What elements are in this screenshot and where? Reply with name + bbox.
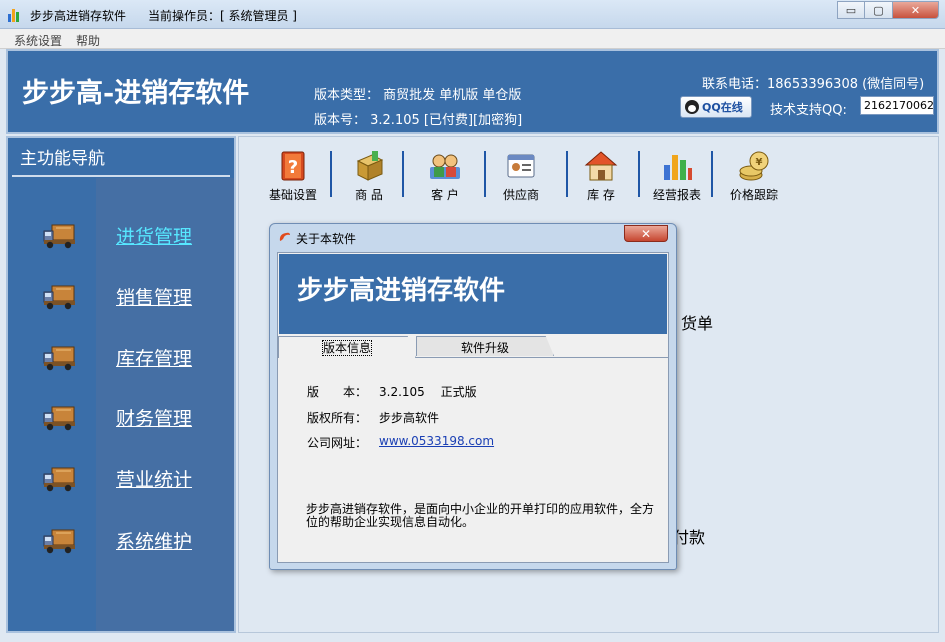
copyright-label: 版权所有：: [307, 411, 368, 425]
qq-online-label: QQ在线: [702, 101, 743, 114]
app-logo-icon: [8, 8, 22, 22]
qq-penguin-icon: [685, 100, 699, 114]
toolbar-item-label: 经营报表: [652, 188, 701, 202]
about-dialog: 关于本软件 ✕ 步步高进销存软件 版本信息 软件升级 版 本： 3.2.105 …: [269, 223, 677, 570]
qq-number-field[interactable]: 2162170062: [860, 96, 934, 115]
toolbar-separator: [484, 151, 486, 197]
truck-icon: [42, 465, 78, 493]
customer-icon: [428, 149, 462, 183]
maximize-button[interactable]: ▢: [865, 1, 893, 19]
box-icon: [352, 149, 386, 183]
book-help-icon: ?: [276, 149, 310, 183]
qq-online-button[interactable]: QQ在线: [680, 96, 752, 118]
website-link[interactable]: www.0533198.com: [379, 434, 494, 448]
dialog-banner: 步步高进销存软件: [279, 254, 667, 334]
toolbar-separator: [638, 151, 640, 197]
toolbar-item-6[interactable]: 经营报表: [641, 149, 713, 203]
toolbar-item-4[interactable]: 供应商: [485, 149, 557, 203]
website-label: 公司网址：: [307, 436, 368, 450]
version-type: 版本类型： 商贸批发 单机版 单仓版: [314, 88, 522, 103]
sidebar-item-label[interactable]: 库存管理: [116, 344, 192, 371]
sidebar-item-label[interactable]: 进货管理: [116, 222, 192, 249]
brand-title: 步步高-进销存软件: [22, 78, 250, 109]
toolbar-item-1[interactable]: ? 基础设置: [257, 149, 329, 203]
version-row: 版 本： 3.2.105 正式版: [307, 383, 477, 400]
window-controls: ▭ ▢ ✕: [837, 1, 939, 19]
sidebar-item-3[interactable]: 库存管理: [8, 338, 234, 378]
menu-system-settings[interactable]: 系统设置: [14, 32, 62, 49]
version-number: 版本号： 3.2.105 [已付费][加密狗]: [314, 113, 523, 128]
menu-help[interactable]: 帮助: [76, 32, 100, 49]
toolbar-item-label: 供应商: [502, 188, 539, 202]
contact-phone: 联系电话：18653396308 (微信同号): [702, 77, 925, 92]
dialog-title: 关于本软件: [296, 232, 357, 246]
toolbar-item-2[interactable]: 商 品: [333, 149, 405, 203]
truck-icon: [42, 283, 78, 311]
toolbar-separator: [330, 151, 332, 197]
tab-version-info-label: 版本信息: [321, 340, 373, 356]
website-row: 公司网址： www.0533198.com: [307, 434, 494, 451]
toolbar-item-label: 价格跟踪: [729, 188, 778, 202]
tab-software-upgrade[interactable]: 软件升级: [416, 336, 554, 356]
bar-chart-icon: [660, 149, 694, 183]
dialog-close-button[interactable]: ✕: [624, 225, 668, 242]
toolbar-separator: [566, 151, 568, 197]
current-operator: 当前操作员：[ 系统管理员 ]: [148, 9, 297, 23]
tab-version-info[interactable]: 版本信息: [278, 336, 416, 358]
copyright-value: 步步高软件: [379, 411, 440, 425]
toolbar-item-label: 商 品: [355, 188, 383, 202]
truck-icon: [42, 404, 78, 432]
dialog-logo-icon: [279, 232, 290, 241]
sidebar-item-5[interactable]: 营业统计: [8, 459, 234, 499]
supplier-card-icon: [504, 149, 538, 183]
header-banner: 步步高-进销存软件 版本类型： 商贸批发 单机版 单仓版 版本号： 3.2.10…: [6, 49, 939, 134]
toolbar-item-label: 基础设置: [268, 188, 317, 202]
dialog-body: 步步高进销存软件 版本信息 软件升级 版 本： 3.2.105 正式版 版权所有…: [277, 252, 669, 563]
truck-icon: [42, 344, 78, 372]
toolbar-item-label: 客 户: [431, 188, 459, 202]
house-icon: [584, 149, 618, 183]
close-button[interactable]: ✕: [893, 1, 939, 19]
sidebar-item-1[interactable]: 进货管理: [8, 216, 234, 256]
toolbar-item-5[interactable]: 库 存: [565, 149, 637, 203]
truck-icon: [42, 527, 78, 555]
sidebar-divider: [12, 175, 230, 177]
dialog-tabs: 版本信息 软件升级: [278, 336, 668, 358]
window-title: 步步高进销存软件: [30, 9, 127, 23]
truck-icon: [42, 222, 78, 250]
svg-text:¥: ¥: [756, 157, 763, 168]
toolbar-separator: [402, 151, 404, 197]
copyright-row: 版权所有： 步步高软件: [307, 409, 439, 426]
tab-software-upgrade-label: 软件升级: [460, 341, 509, 355]
sidebar-item-2[interactable]: 销售管理: [8, 277, 234, 317]
coins-icon: ¥: [737, 149, 771, 183]
tech-support-label: 技术支持QQ:: [770, 103, 847, 118]
software-description: 步步高进销存软件，是面向中小企业的开单打印的应用软件，全方位的帮助企业实现信息自…: [306, 502, 655, 529]
minimize-button[interactable]: ▭: [837, 1, 865, 19]
sidebar-item-4[interactable]: 财务管理: [8, 398, 234, 438]
toolbar-item-label: 库 存: [587, 188, 615, 202]
dialog-brand: 步步高进销存软件: [297, 276, 506, 306]
version-label: 版 本：: [307, 385, 368, 399]
toolbar-separator: [711, 151, 713, 197]
svg-text:?: ?: [288, 157, 298, 178]
menu-bar: 系统设置 帮助: [0, 29, 945, 49]
toolbar-item-3[interactable]: 客 户: [409, 149, 481, 203]
sidebar-title: 主功能导航: [20, 149, 105, 169]
title-bar: 步步高进销存软件 当前操作员：[ 系统管理员 ] ▭ ▢ ✕: [0, 0, 945, 29]
bg-label-order: 货单: [681, 314, 714, 333]
bg-label-payment: 付款: [673, 528, 706, 547]
toolbar-item-7[interactable]: ¥ 价格跟踪: [718, 149, 790, 203]
sidebar-item-label[interactable]: 营业统计: [116, 465, 192, 492]
version-value: 3.2.105 正式版: [379, 385, 477, 399]
sidebar-item-label[interactable]: 系统维护: [116, 527, 192, 554]
sidebar-item-label[interactable]: 财务管理: [116, 404, 192, 431]
sidebar: 主功能导航 进货管理销售管理库存管理财务管理营业统计系统维护: [6, 136, 236, 633]
sidebar-item-label[interactable]: 销售管理: [116, 283, 192, 310]
sidebar-item-6[interactable]: 系统维护: [8, 521, 234, 561]
